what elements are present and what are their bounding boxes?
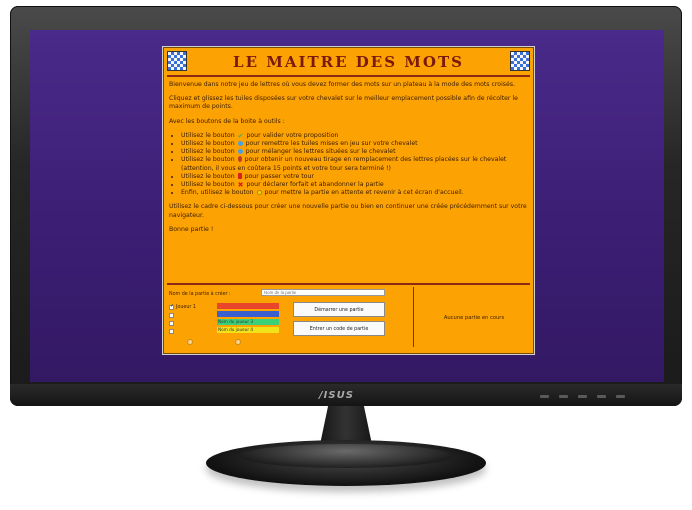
tool-item: Utilisez le bouton pour obtenir un nouve… — [181, 156, 528, 172]
tool-item: Utilisez le bouton pour passer votre tou… — [181, 172, 528, 181]
exchange-icon — [237, 156, 242, 163]
player-1-name-field[interactable] — [217, 303, 279, 309]
intro-paragraph: Avec les boutons de la boite à outils : — [169, 117, 285, 125]
radio-option[interactable] — [235, 339, 243, 345]
check-icon: ✔ — [237, 131, 244, 140]
monitor-brand-logo: /ISUS — [319, 390, 354, 401]
player-row — [169, 319, 216, 327]
monitor-stand-base-top — [240, 444, 452, 468]
title-divider — [167, 75, 530, 77]
intro-paragraph: Bienvenue dans notre jeu de lettres où v… — [169, 81, 516, 88]
instructions: Bienvenue dans notre jeu de lettres où v… — [169, 81, 528, 240]
tool-item: Enfin, utilisez le bouton pour mettre la… — [181, 189, 528, 197]
player-row — [169, 311, 216, 319]
game-title: LE MAITRE DES MOTS — [233, 53, 464, 71]
pass-icon — [237, 172, 242, 179]
monitor-control-buttons — [540, 395, 625, 398]
tool-item: Utilisez le bouton ✖ pour déclarer forfa… — [181, 181, 528, 189]
monitor-button — [540, 395, 549, 398]
new-game-form: Nom de la partie à créer : Joueur 1 Nom … — [163, 287, 534, 354]
recall-icon — [237, 141, 243, 147]
closing-paragraph: Bonne partie ! — [169, 225, 214, 233]
radio-button[interactable] — [235, 339, 241, 345]
title-bar: LE MAITRE DES MOTS — [163, 47, 534, 75]
monitor-button — [578, 395, 587, 398]
pause-icon — [256, 190, 262, 196]
radio-option[interactable] — [187, 339, 195, 345]
player-checkbox[interactable] — [169, 320, 174, 326]
monitor-button — [616, 395, 625, 398]
player-checkbox[interactable] — [169, 303, 174, 310]
monitor-button — [559, 395, 568, 398]
tool-item: Utilisez le bouton pour remettre les tui… — [181, 140, 528, 148]
board-tile-icon — [510, 51, 530, 71]
intro-paragraph: Cliquez et glissez les tuiles disposées … — [169, 95, 518, 111]
game-panel: LE MAITRE DES MOTS Bienvenue dans notre … — [162, 46, 535, 355]
player-4-name-field[interactable]: Nom du joueur 4 — [217, 327, 279, 333]
start-game-button[interactable]: Démarrer une partie — [293, 302, 385, 317]
player-row — [169, 327, 216, 335]
outro-paragraph: Utilisez le cadre ci-dessous pour créer … — [169, 203, 527, 219]
forfeit-icon: ✖ — [237, 181, 244, 190]
radio-button[interactable] — [187, 339, 193, 345]
monitor-button — [597, 395, 606, 398]
game-name-input[interactable] — [261, 289, 385, 296]
shuffle-icon — [237, 149, 243, 155]
board-tile-icon — [167, 51, 187, 71]
player-2-name-field[interactable] — [217, 311, 279, 317]
player-3-name-field[interactable]: Nom du joueur 3 — [217, 319, 279, 325]
player-checkbox[interactable] — [169, 328, 174, 334]
tools-list: Utilisez le bouton ✔ pour valider votre … — [181, 132, 528, 198]
player-checkbox[interactable] — [169, 312, 174, 318]
game-name-label: Nom de la partie à créer : — [169, 292, 231, 297]
no-game-message: Aucune partie en cours — [443, 315, 505, 321]
form-divider — [167, 283, 530, 285]
enter-code-button[interactable]: Entrer un code de partie — [293, 321, 385, 336]
player-label: Joueur 1 — [176, 304, 196, 310]
tool-item: Utilisez le bouton ✔ pour valider votre … — [181, 132, 528, 140]
player-row: Joueur 1 — [169, 303, 216, 311]
